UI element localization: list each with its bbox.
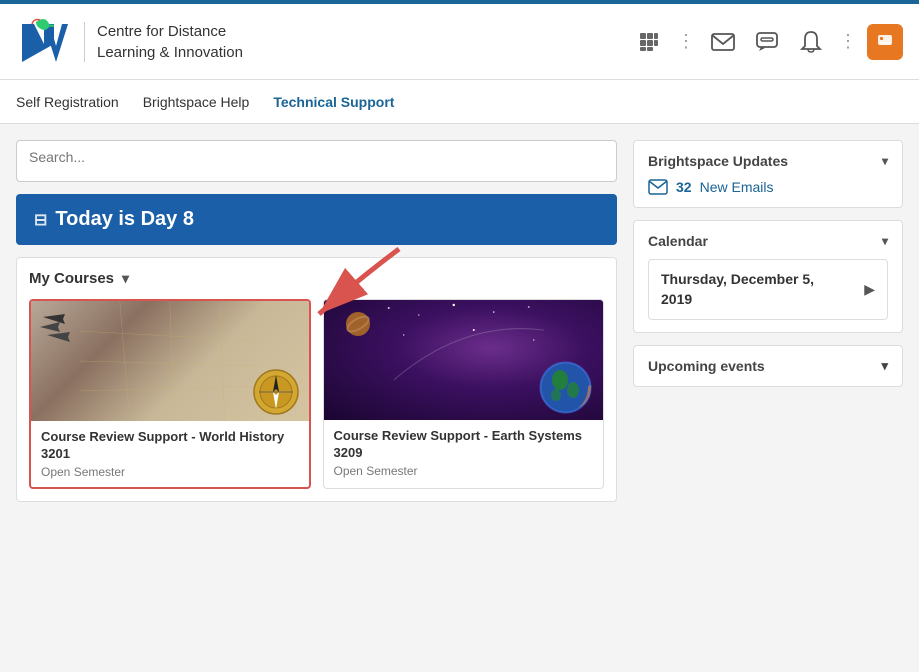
top-icons: ⋮ ⋮ [631, 24, 903, 60]
logo-divider [84, 22, 85, 62]
calendar-forward-arrow[interactable]: ▶ [864, 281, 875, 298]
courses-chevron[interactable] [122, 270, 129, 287]
left-column: ⊟ Today is Day 8 My Courses [16, 140, 617, 502]
email-row: 32 New Emails [648, 179, 888, 195]
nav-bar: Self Registration Brightspace Help Techn… [0, 80, 919, 124]
bell-icon [800, 30, 822, 54]
bell-button[interactable] [793, 24, 829, 60]
user-avatar-icon [875, 32, 895, 52]
calendar-date-line1: Thursday, December 5, [661, 270, 814, 290]
apps-button[interactable] [631, 24, 667, 60]
user-avatar-button[interactable] [867, 24, 903, 60]
email-envelope-icon [648, 179, 668, 195]
brightspace-updates-title: Brightspace Updates [648, 153, 788, 169]
nav-self-registration[interactable]: Self Registration [16, 90, 119, 114]
course-subtitle-space: Open Semester [334, 464, 594, 478]
logo-icon [16, 14, 72, 70]
nav-technical-support[interactable]: Technical Support [273, 90, 394, 114]
courses-title: My Courses [29, 270, 114, 287]
brightspace-updates-chevron[interactable]: ▾ [882, 154, 888, 168]
upcoming-events-panel: Upcoming events ▾ [633, 345, 903, 387]
courses-section: My Courses [16, 257, 617, 502]
course-info-history: Course Review Support - World History 32… [31, 421, 309, 487]
course-card-space[interactable]: Course Review Support - Earth Systems 32… [323, 299, 605, 489]
calendar-date-card: Thursday, December 5, 2019 ▶ [648, 259, 888, 320]
today-banner-text: Today is Day 8 [55, 208, 194, 231]
courses-header: My Courses [29, 270, 604, 287]
separator-dots-1: ⋮ [677, 31, 695, 52]
compass-decoration [251, 367, 301, 417]
search-bar-container [16, 140, 617, 182]
calendar-header: Calendar ▾ [648, 233, 888, 249]
calendar-chevron[interactable]: ▾ [882, 234, 888, 248]
course-subtitle-history: Open Semester [41, 465, 299, 479]
course-thumb-space [324, 300, 604, 420]
email-label: New Emails [700, 179, 774, 195]
pin-icon: ⊟ [34, 210, 47, 230]
planet-small [344, 310, 372, 338]
main-container: ⊟ Today is Day 8 My Courses [0, 124, 919, 518]
course-title-space: Course Review Support - Earth Systems 32… [334, 428, 594, 462]
chat-icon [755, 31, 779, 53]
calendar-title: Calendar [648, 233, 708, 249]
email-count: 32 [676, 179, 692, 195]
calendar-date-text: Thursday, December 5, 2019 [661, 270, 814, 309]
separator-dots-2: ⋮ [839, 31, 857, 52]
search-input[interactable] [29, 149, 604, 165]
apps-icon [638, 31, 660, 53]
chat-button[interactable] [749, 24, 785, 60]
today-banner: ⊟ Today is Day 8 [16, 194, 617, 245]
email-icon [711, 32, 735, 52]
brightspace-updates-panel: Brightspace Updates ▾ 32 New Emails [633, 140, 903, 208]
course-thumb-history [31, 301, 309, 421]
calendar-date-line2: 2019 [661, 290, 814, 310]
email-button[interactable] [705, 24, 741, 60]
course-title-history: Course Review Support - World History 32… [41, 429, 299, 463]
course-info-space: Course Review Support - Earth Systems 32… [324, 420, 604, 486]
right-column: Brightspace Updates ▾ 32 New Emails Cale… [633, 140, 903, 502]
course-card-history[interactable]: Course Review Support - World History 32… [29, 299, 311, 489]
courses-wrapper: Course Review Support - World History 32… [29, 299, 604, 489]
top-bar: Centre for Distance Learning & Innovatio… [0, 0, 919, 80]
courses-grid: Course Review Support - World History 32… [29, 299, 604, 489]
brightspace-updates-header: Brightspace Updates ▾ [648, 153, 888, 169]
upcoming-events-header: Upcoming events ▾ [648, 358, 888, 374]
calendar-panel: Calendar ▾ Thursday, December 5, 2019 ▶ [633, 220, 903, 333]
logo-area: Centre for Distance Learning & Innovatio… [16, 14, 631, 70]
logo-text: Centre for Distance Learning & Innovatio… [97, 21, 243, 63]
upcoming-events-title: Upcoming events [648, 358, 765, 374]
earth-globe [538, 360, 593, 415]
upcoming-events-chevron[interactable]: ▾ [881, 358, 888, 374]
nav-brightspace-help[interactable]: Brightspace Help [143, 90, 250, 114]
